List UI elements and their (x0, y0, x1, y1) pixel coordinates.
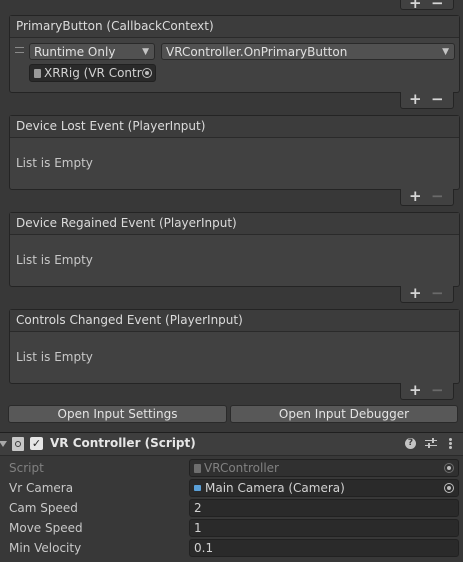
add-button[interactable]: + (409, 188, 422, 204)
primary-button-footer: + − (400, 91, 454, 109)
controls-changed-event: Controls Changed Event (PlayerInput) Lis… (9, 309, 460, 384)
remove-button[interactable]: − (431, 382, 444, 398)
remove-button[interactable]: − (431, 91, 444, 107)
object-picker-icon[interactable] (444, 483, 454, 493)
component-enabled-checkbox[interactable]: ✓ (30, 437, 43, 450)
device-regained-event: Device Regained Event (PlayerInput) List… (9, 212, 460, 287)
controls-changed-event-header: Controls Changed Event (PlayerInput) (10, 310, 459, 332)
preset-sliders-icon[interactable] (425, 438, 437, 449)
object-picker-icon (444, 463, 454, 473)
device-lost-event-header: Device Lost Event (PlayerInput) (10, 116, 459, 138)
runtime-mode-value: Runtime Only (34, 45, 116, 59)
camera-icon (194, 485, 201, 491)
move-speed-field[interactable]: 1 (189, 519, 459, 537)
drag-handle-icon[interactable] (15, 47, 24, 53)
help-icon[interactable]: ? (405, 438, 416, 449)
vr-camera-field[interactable]: Main Camera (Camera) (189, 479, 459, 497)
script-file-icon (34, 69, 41, 78)
remove-button[interactable]: − (431, 188, 444, 204)
function-value: VRController.OnPrimaryButton (166, 45, 348, 59)
target-object-field[interactable]: XRRig (VR Contr (29, 64, 156, 82)
chevron-down-icon: ▼ (142, 47, 149, 57)
top-remove-button[interactable]: − (431, 0, 444, 11)
remove-button[interactable]: − (431, 285, 444, 301)
min-velocity-label: Min Velocity (9, 541, 82, 555)
more-options-icon[interactable] (449, 438, 452, 450)
device-lost-event: Device Lost Event (PlayerInput) List is … (9, 115, 460, 190)
move-speed-label: Move Speed (9, 521, 83, 535)
open-input-settings-button[interactable]: Open Input Settings (8, 405, 227, 423)
script-file-icon (194, 464, 201, 473)
script-label: Script (9, 461, 44, 475)
cam-speed-field[interactable]: 2 (189, 499, 459, 517)
add-button[interactable]: + (409, 91, 422, 107)
add-button[interactable]: + (409, 285, 422, 301)
object-picker-icon[interactable] (142, 68, 152, 78)
controls-changed-footer: + − (400, 382, 454, 400)
min-velocity-field[interactable]: 0.1 (189, 539, 459, 557)
device-regained-event-header: Device Regained Event (PlayerInput) (10, 213, 459, 235)
device-lost-footer: + − (400, 188, 454, 206)
primary-button-event: PrimaryButton (CallbackContext) Runtime … (9, 15, 460, 93)
runtime-mode-dropdown[interactable]: Runtime Only ▼ (29, 43, 155, 60)
script-component-icon (12, 437, 24, 451)
script-field: VRController (189, 459, 459, 477)
open-input-debugger-button[interactable]: Open Input Debugger (230, 405, 458, 423)
cam-speed-label: Cam Speed (9, 501, 78, 515)
device-regained-footer: + − (400, 285, 454, 303)
target-object-value: XRRig (VR Contr (44, 66, 142, 80)
primary-button-event-header: PrimaryButton (CallbackContext) (10, 16, 459, 38)
empty-list-text: List is Empty (16, 350, 93, 364)
add-button[interactable]: + (409, 382, 422, 398)
vr-camera-label: Vr Camera (9, 481, 74, 495)
top-list-footer: + − (400, 0, 454, 11)
empty-list-text: List is Empty (16, 253, 93, 267)
script-value: VRController (204, 461, 279, 475)
foldout-arrow-icon[interactable] (0, 441, 7, 447)
component-title: VR Controller (Script) (50, 436, 196, 450)
top-add-button[interactable]: + (409, 0, 422, 11)
chevron-down-icon: ▼ (442, 47, 449, 57)
vr-camera-value: Main Camera (Camera) (205, 481, 345, 495)
empty-list-text: List is Empty (16, 156, 93, 170)
function-dropdown[interactable]: VRController.OnPrimaryButton ▼ (161, 43, 455, 60)
